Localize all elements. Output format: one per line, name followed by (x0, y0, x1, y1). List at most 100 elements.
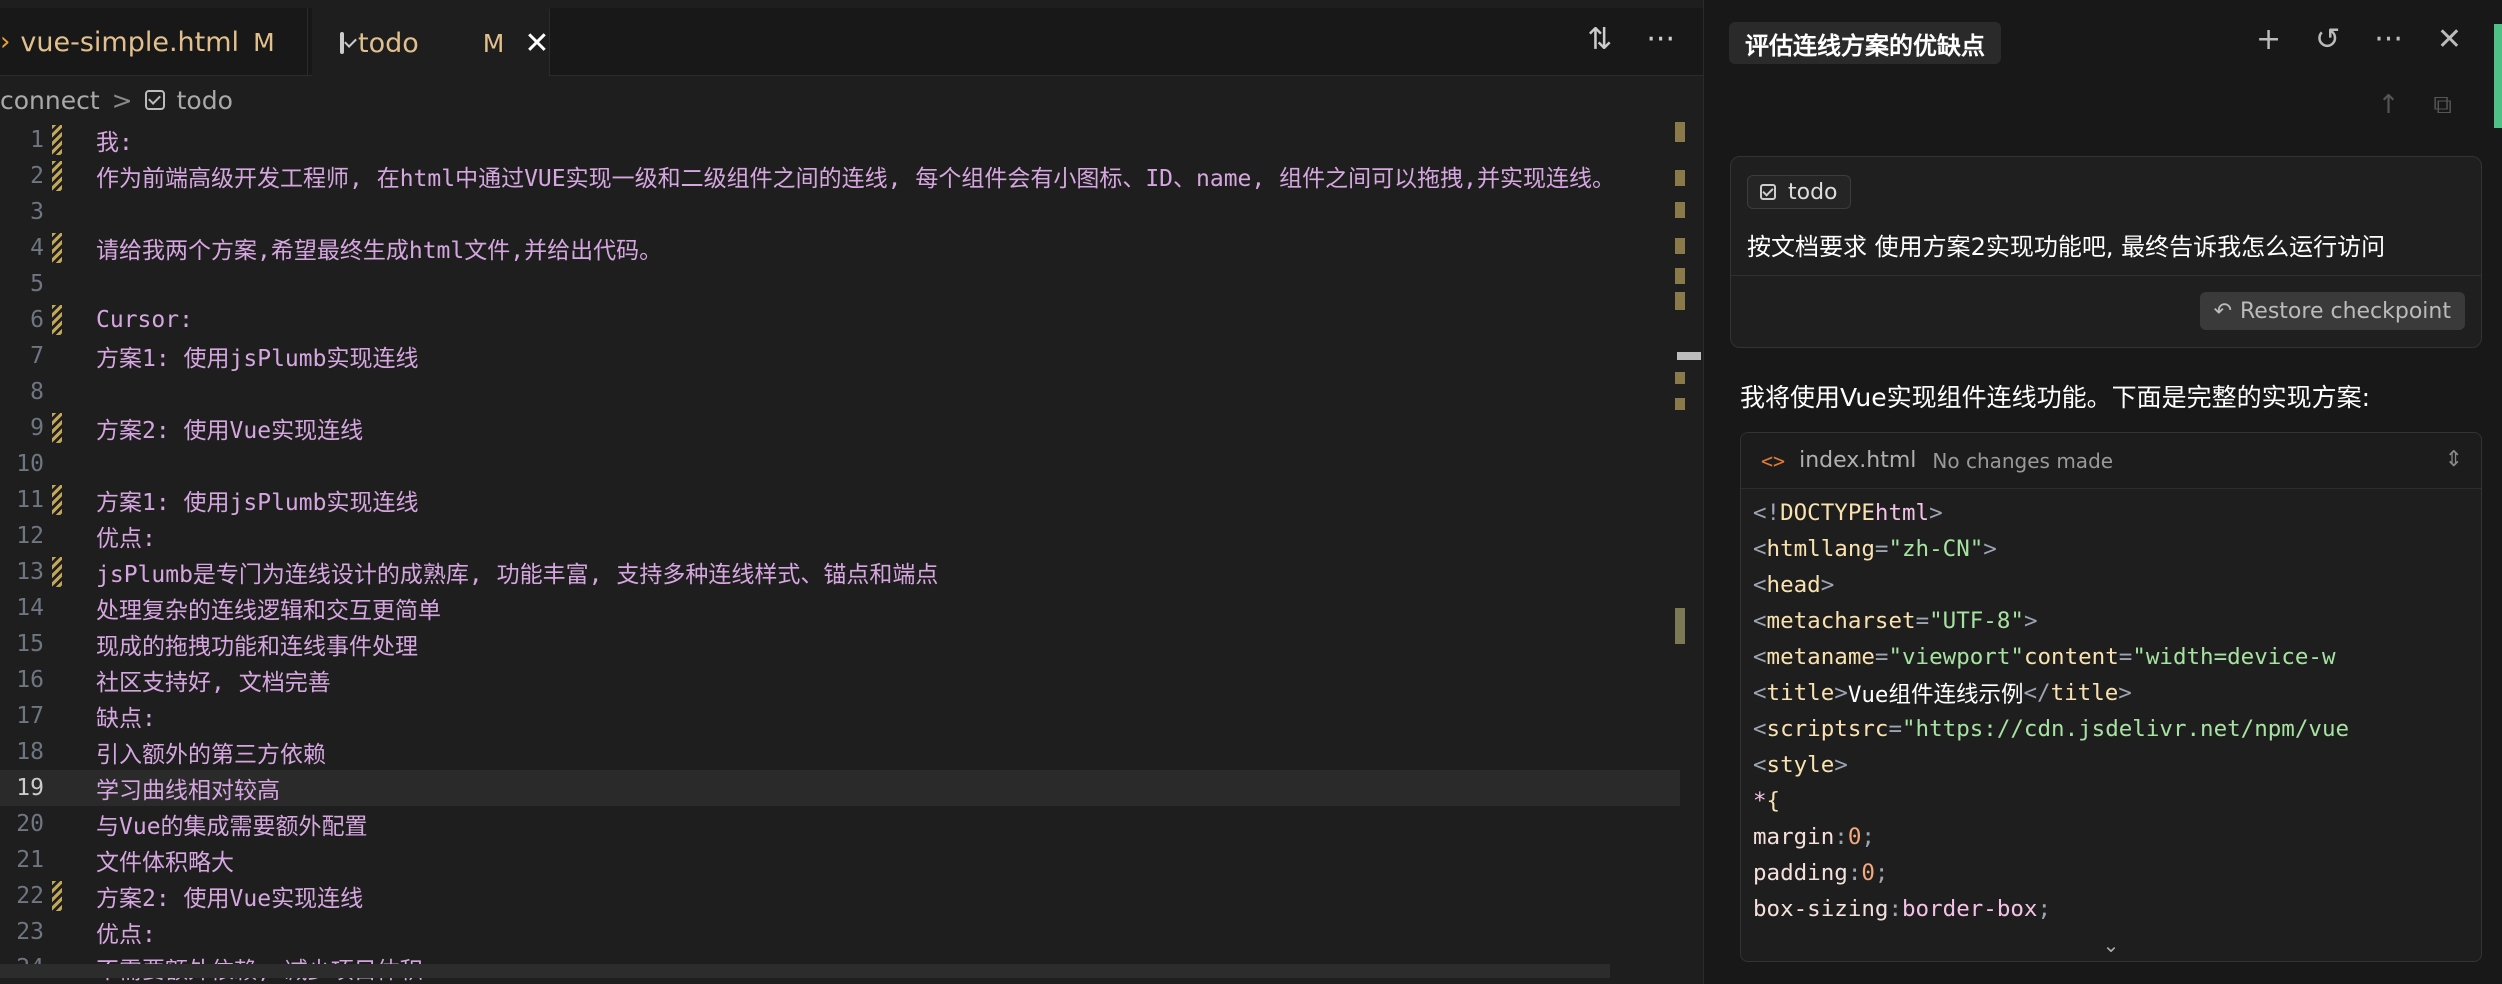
code-line[interactable]: 10 (0, 446, 1680, 482)
gutter (52, 449, 62, 479)
history-icon[interactable]: ↺ (2315, 22, 2340, 57)
modified-gutter-marker (52, 125, 62, 155)
code-block: <> index.html No changes made ⇕ <! DOCTYP… (1740, 432, 2482, 962)
modified-gutter-marker (52, 233, 62, 263)
todo-file-icon (144, 90, 165, 110)
breadcrumb-root[interactable]: connect (0, 86, 100, 115)
code-block-header[interactable]: <> index.html No changes made ⇕ (1741, 433, 2481, 489)
scrollbar-thumb[interactable] (1677, 352, 1701, 360)
restore-icon: ↶ (2213, 298, 2232, 324)
code-block-body[interactable]: <! DOCTYPE html > < html lang = "zh-CN" > < hea… (1741, 489, 2481, 927)
gutter (52, 629, 62, 659)
line-text: 引入额外的第三方依赖 (96, 742, 326, 768)
line-number: 12 (16, 523, 44, 549)
chevron-down-icon[interactable]: ⌄ (2103, 933, 2120, 957)
line-text: 方案2: 使用Vue实现连线 (96, 886, 364, 912)
plus-icon[interactable]: + (2256, 22, 2281, 57)
line-number: 14 (16, 595, 44, 621)
code-line[interactable]: 4 请给我两个方案,希望最终生成html文件,并给出代码。 (0, 230, 1680, 266)
code-line[interactable]: 5 (0, 266, 1680, 302)
code-line: <! DOCTYPE html > (1753, 500, 1943, 526)
code-line[interactable]: 18 引入额外的第三方依赖 (0, 734, 1680, 770)
close-icon[interactable]: ✕ (524, 26, 549, 61)
user-message[interactable]: todo 按文档要求 使用方案2实现功能吧, 最终告诉我怎么运行访问 ↶ Res… (1730, 156, 2482, 348)
code-line[interactable]: 22 方案2: 使用Vue实现连线 (0, 878, 1680, 914)
line-number: 11 (16, 487, 44, 513)
code-line[interactable]: 6 Cursor: (0, 302, 1680, 338)
gutter (52, 341, 62, 371)
overview-ruler (1675, 122, 1685, 982)
code-line[interactable]: 2 作为前端高级开发工程师, 在html中通过VUE实现一级和二级组件之间的连线,… (0, 158, 1680, 194)
context-chip[interactable]: todo (1747, 175, 1851, 209)
gutter (52, 197, 62, 227)
code-line[interactable]: 14 处理复杂的连线逻辑和交互更简单 (0, 590, 1680, 626)
line-text: 请给我两个方案,希望最终生成html文件,并给出代码。 (96, 238, 663, 264)
line-text: 方案2: 使用Vue实现连线 (96, 418, 364, 444)
code-line[interactable]: 21 文件体积略大 (0, 842, 1680, 878)
expand-icon[interactable]: ⇕ (2445, 447, 2463, 472)
close-icon[interactable]: ✕ (2437, 22, 2462, 57)
code-line[interactable]: 11 方案1: 使用jsPlumb实现连线 (0, 482, 1680, 518)
line-text: 文件体积略大 (96, 850, 234, 876)
code-line[interactable]: 12 优点: (0, 518, 1680, 554)
modified-gutter-marker (52, 305, 62, 335)
todo-file-icon (340, 32, 344, 54)
todo-file-icon (1760, 184, 1776, 200)
line-text: 方案1: 使用jsPlumb实现连线 (96, 346, 419, 372)
arrow-up-icon[interactable]: ↑ (2378, 90, 2400, 121)
code-line[interactable]: 3 (0, 194, 1680, 230)
code-line[interactable]: 13 jsPlumb是专门为连线设计的成熟库, 功能丰富, 支持多种连线样式、锚点… (0, 554, 1680, 590)
code-line: < style > (1753, 752, 1848, 778)
code-line[interactable]: 19 学习曲线相对较高 (0, 770, 1680, 806)
line-number: 4 (30, 235, 44, 261)
line-number: 10 (16, 451, 44, 477)
code-line: < script src = "https://cdn.jsdelivr.net/np… (1753, 716, 2350, 742)
modified-gutter-marker (52, 557, 62, 587)
line-text: 优点: (96, 922, 156, 948)
breadcrumb-file[interactable]: todo (177, 86, 233, 115)
gutter (52, 845, 62, 875)
code-line[interactable]: 1 我: (0, 122, 1680, 158)
copy-icon[interactable]: ⧉ (2433, 90, 2452, 121)
tab-label: vue-simple.html (20, 26, 240, 58)
line-number: 16 (16, 667, 44, 693)
modified-badge: M (253, 27, 275, 57)
line-number: 1 (30, 127, 44, 153)
more-icon[interactable]: ··· (1646, 22, 1675, 57)
code-line[interactable]: 16 社区支持好, 文档完善 (0, 662, 1680, 698)
tab-vue-simple[interactable]: › vue-simple.html M (0, 8, 308, 76)
gutter (52, 737, 62, 767)
code-line[interactable]: 9 方案2: 使用Vue实现连线 (0, 410, 1680, 446)
line-text: Cursor: (96, 307, 193, 333)
code-line[interactable]: 8 (0, 374, 1680, 410)
code-line[interactable]: 17 缺点: (0, 698, 1680, 734)
code-line: < html lang = "zh-CN" > (1753, 536, 1997, 562)
line-text: 缺点: (96, 706, 156, 732)
line-number: 18 (16, 739, 44, 765)
code-line[interactable]: 7 方案1: 使用jsPlumb实现连线 (0, 338, 1680, 374)
divider (1731, 275, 2481, 276)
chat-title[interactable]: 评估连线方案的优缺点 (1729, 22, 2001, 64)
line-text: 学习曲线相对较高 (96, 778, 280, 804)
horizontal-scrollbar[interactable] (0, 964, 1610, 978)
code-editor[interactable]: 1 我: 2 作为前端高级开发工程师, 在html中通过VUE实现一级和二级组件之间的… (0, 122, 1680, 984)
code-line: padding: 0; (1753, 860, 1889, 886)
code-line: < title > Vue组件连线示例 </title > (1753, 680, 2132, 708)
line-number: 3 (30, 199, 44, 225)
more-icon[interactable]: ··· (2374, 22, 2403, 57)
code-line[interactable]: 23 优点: (0, 914, 1680, 950)
line-text: 社区支持好, 文档完善 (96, 670, 331, 696)
tab-todo[interactable]: todo M ✕ (312, 8, 550, 76)
line-text: 处理复杂的连线逻辑和交互更简单 (96, 598, 441, 624)
source-control-icon[interactable]: ⇅ (1587, 22, 1612, 57)
restore-checkpoint-button[interactable]: ↶ Restore checkpoint (2199, 292, 2465, 330)
modified-badge: M (482, 28, 505, 58)
code-filename: index.html (1799, 448, 1917, 473)
modified-gutter-marker (52, 413, 62, 443)
line-number: 20 (16, 811, 44, 837)
line-number: 6 (30, 307, 44, 333)
code-line[interactable]: 15 现成的拖拽功能和连线事件处理 (0, 626, 1680, 662)
chevron-icon: › (0, 27, 11, 57)
code-line[interactable]: 20 与Vue的集成需要额外配置 (0, 806, 1680, 842)
code-line: < meta name = "viewport" content = "width=dev… (1753, 644, 2336, 670)
